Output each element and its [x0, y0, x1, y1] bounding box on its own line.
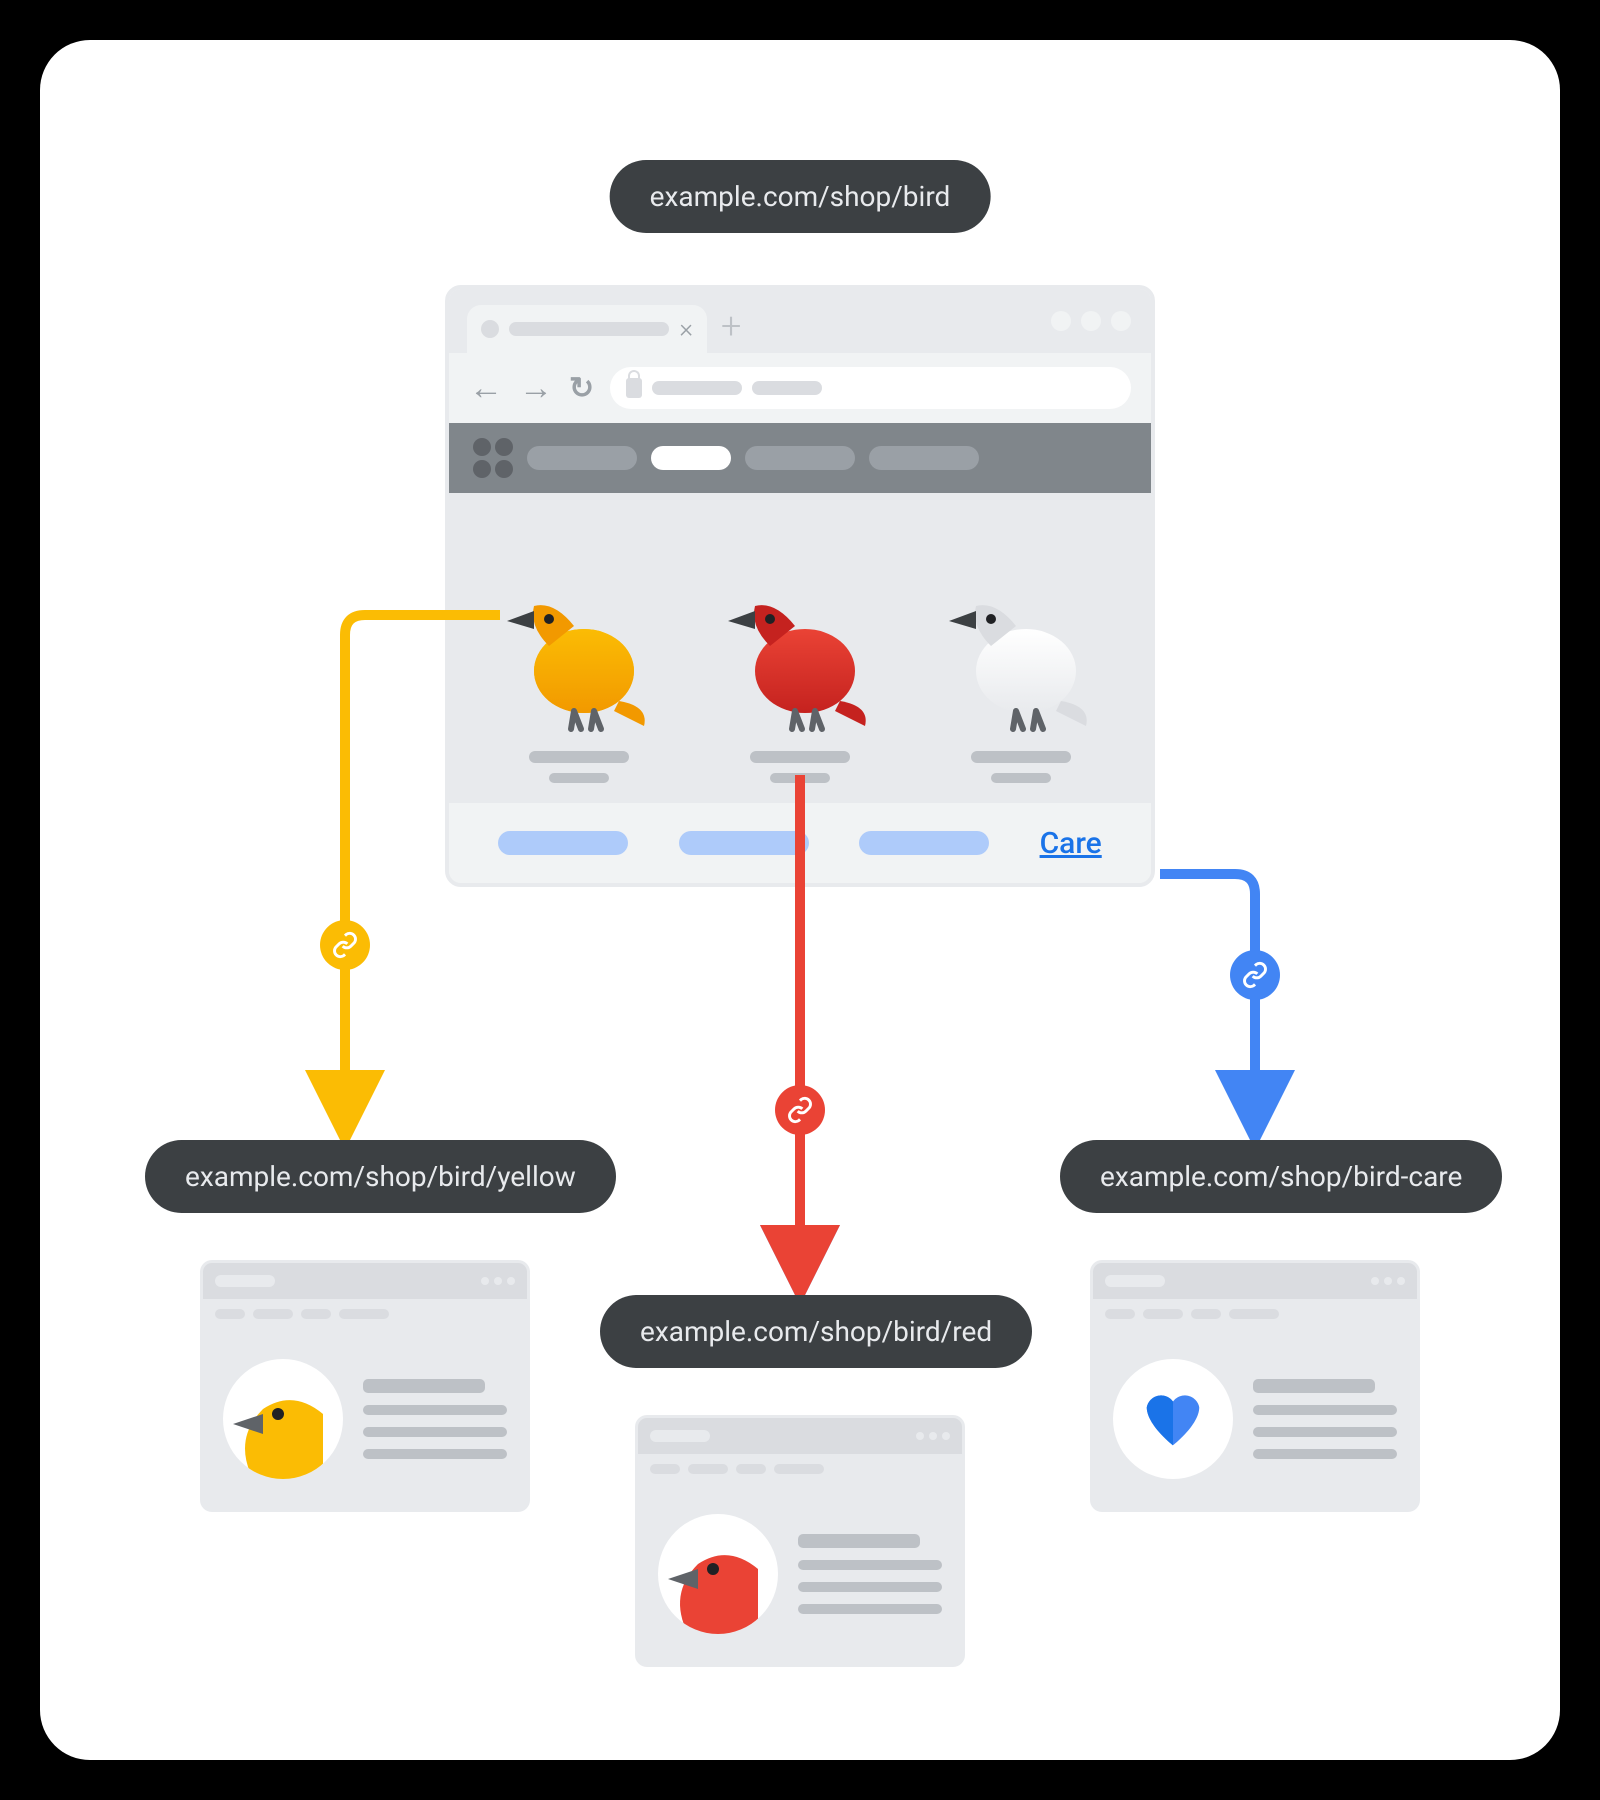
forward-icon[interactable]: →	[519, 368, 553, 408]
link-icon-red	[775, 1085, 825, 1135]
care-link[interactable]: Care	[1040, 826, 1102, 861]
url-segment	[752, 381, 822, 395]
footer-link[interactable]	[859, 831, 989, 855]
product-card-white[interactable]	[941, 561, 1101, 783]
close-tab-icon[interactable]: ×	[679, 314, 693, 344]
diagram-canvas: example.com/shop/bird × + ← → ↻	[40, 40, 1560, 1760]
page-thumbnail-icon	[1113, 1359, 1233, 1479]
tab-title	[509, 322, 669, 336]
browser-tab[interactable]: ×	[467, 305, 707, 353]
footer-link[interactable]	[498, 831, 628, 855]
url-segment	[652, 381, 742, 395]
footer-link[interactable]	[679, 831, 809, 855]
address-bar[interactable]	[610, 367, 1131, 409]
product-card-red[interactable]	[720, 561, 880, 783]
bird-icon-red	[720, 561, 880, 741]
reload-icon[interactable]: ↻	[569, 371, 594, 406]
root-browser-window: × + ← → ↻	[445, 285, 1155, 887]
browser-toolbar: ← → ↻	[449, 353, 1151, 423]
page-thumbnail-icon	[658, 1514, 778, 1634]
link-icon-yellow	[320, 920, 370, 970]
nav-item[interactable]	[527, 446, 637, 470]
result-page-yellow	[200, 1260, 530, 1512]
yellow-url-pill: example.com/shop/bird/yellow	[145, 1140, 616, 1213]
red-url-pill: example.com/shop/bird/red	[600, 1295, 1032, 1368]
back-icon[interactable]: ←	[469, 368, 503, 408]
page-thumbnail-icon	[223, 1359, 343, 1479]
site-navbar	[449, 423, 1151, 493]
bird-icon-white	[941, 561, 1101, 741]
result-page-red	[635, 1415, 965, 1667]
lock-icon	[626, 378, 642, 398]
result-page-care	[1090, 1260, 1420, 1512]
nav-item-active[interactable]	[651, 446, 731, 470]
bird-icon-yellow	[499, 561, 659, 741]
browser-tab-strip: × +	[449, 289, 1151, 353]
tab-favicon	[481, 320, 499, 338]
footer-link-row: Care	[449, 803, 1151, 883]
care-url-pill: example.com/shop/bird-care	[1060, 1140, 1502, 1213]
nav-item[interactable]	[745, 446, 855, 470]
root-url-pill: example.com/shop/bird	[610, 160, 991, 233]
window-controls[interactable]	[1051, 311, 1131, 331]
product-listing	[449, 493, 1151, 803]
product-card-yellow[interactable]	[499, 561, 659, 783]
new-tab-icon[interactable]: +	[721, 305, 741, 347]
link-icon-blue	[1230, 950, 1280, 1000]
site-logo-icon[interactable]	[473, 438, 513, 478]
nav-item[interactable]	[869, 446, 979, 470]
